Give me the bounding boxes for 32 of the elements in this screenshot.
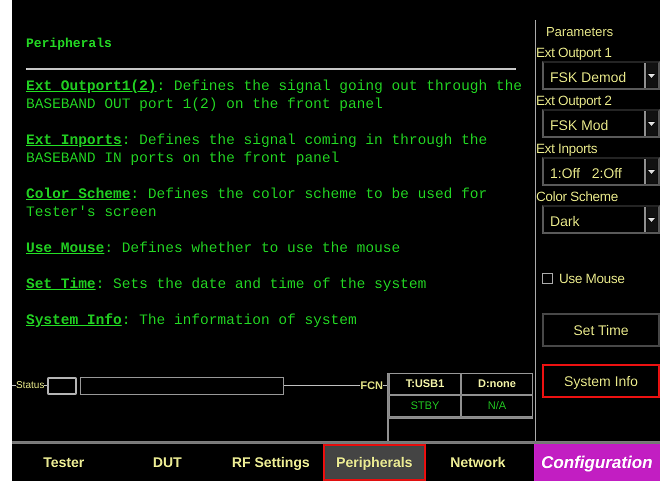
checkbox[interactable] (542, 273, 553, 284)
field-label: Ext Inports (536, 140, 598, 157)
description-text: System Info: The information of system (26, 312, 358, 330)
status-cell: T:USB1 (388, 373, 461, 395)
dropdown-arrow-icon (648, 122, 656, 126)
description-text: Color Scheme: Defines the color scheme to be used for Tester's screen (26, 186, 488, 222)
panel-button[interactable]: Set Time (542, 313, 660, 347)
description-text: Ext Outport1(2): Defines the signal going out through the BASEBAND OUT port 1(2) on the front panel (26, 78, 523, 114)
status-label: Status (16, 379, 44, 393)
field-label: Color Scheme (536, 188, 619, 205)
checkbox-label: Use Mouse (558, 270, 625, 287)
field-label: Ext Outport 2 (536, 92, 613, 109)
dropdown[interactable]: FSK Mod (542, 109, 660, 138)
fcn-label: FCN (360, 379, 383, 394)
dropdown[interactable]: FSK Demod (542, 61, 660, 90)
dropdown-arrow-icon (648, 170, 656, 174)
status-cell: N/A (460, 395, 533, 417)
description-text: Set Time: Sets the date and time of the system (26, 276, 428, 294)
dropdown[interactable]: 1:Off 2:Off (542, 157, 660, 186)
tab[interactable]: Peripherals (322, 444, 426, 481)
status-cell: D:none (460, 373, 533, 395)
field-label: Ext Outport 1 (536, 44, 613, 61)
status-indicator (47, 377, 78, 395)
description-text: Use Mouse: Defines whether to use the mouse (26, 240, 402, 258)
mode-label[interactable]: Configuration (534, 444, 660, 481)
dropdown-arrow-icon (648, 218, 656, 222)
status-cell: STBY (388, 395, 461, 417)
description-text: Ext Inports: Defines the signal coming in through the BASEBAND IN ports on the front panel (26, 132, 488, 168)
dropdown[interactable]: Dark (542, 205, 660, 234)
dropdown-arrow-icon (648, 74, 656, 78)
page-heading: Peripherals (26, 36, 113, 52)
panel-button[interactable]: System Info (542, 364, 660, 398)
